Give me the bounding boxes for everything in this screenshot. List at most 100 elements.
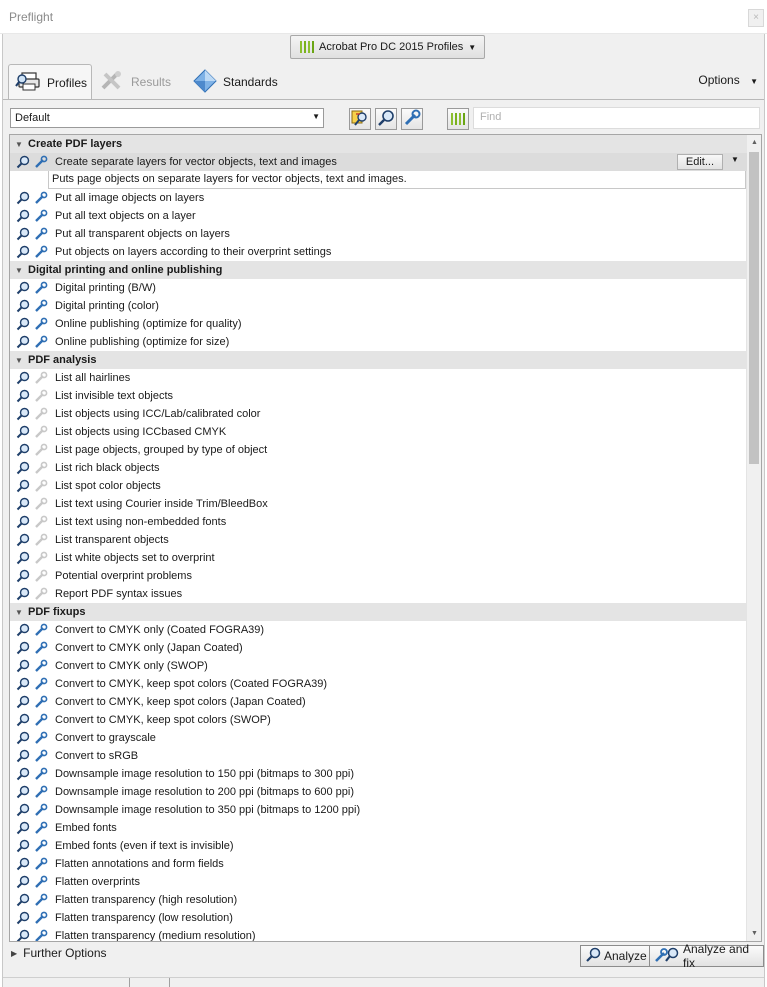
profile-row[interactable]: List all hairlines [10, 369, 747, 387]
wrench-icon [32, 640, 50, 656]
profile-row[interactable]: Flatten transparency (medium resolution) [10, 927, 747, 942]
toolbar: Default ▼ Find [3, 104, 764, 134]
wrench-icon [32, 460, 50, 476]
scroll-down-icon[interactable]: ▼ [747, 926, 761, 941]
profile-row[interactable]: Online publishing (optimize for size) [10, 333, 747, 351]
section-title: Create PDF layers [28, 138, 123, 150]
vertical-scrollbar[interactable]: ▲ ▼ [746, 135, 761, 941]
profile-row[interactable]: Online publishing (optimize for quality) [10, 315, 747, 333]
profile-row[interactable]: List invisible text objects [10, 387, 747, 405]
find-input[interactable]: Find [473, 107, 760, 129]
section-header[interactable]: ▼ Create PDF layers [10, 135, 747, 153]
profile-row[interactable]: Flatten transparency (high resolution) [10, 891, 747, 909]
profile-row[interactable]: Flatten transparency (low resolution) [10, 909, 747, 927]
profile-row[interactable]: Convert to grayscale [10, 729, 747, 747]
chevron-down-icon: ▼ [312, 112, 320, 121]
analyze-and-fix-label: Analyze and fix [683, 942, 750, 970]
profile-row[interactable]: Convert to CMYK, keep spot colors (Coate… [10, 675, 747, 693]
profile-row[interactable]: List spot color objects [10, 477, 747, 495]
profile-row[interactable]: Create separate layers for vector object… [10, 153, 747, 171]
profile-label: List all hairlines [55, 372, 131, 384]
library-button[interactable] [447, 108, 469, 130]
profile-label: Put all transparent objects on layers [55, 228, 230, 240]
profile-row[interactable]: List transparent objects [10, 531, 747, 549]
profile-row[interactable]: Potential overprint problems [10, 567, 747, 585]
profile-row[interactable]: List white objects set to overprint [10, 549, 747, 567]
collapse-triangle-icon[interactable]: ▼ [10, 608, 26, 617]
wrench-icon [32, 514, 50, 530]
profile-row[interactable]: List objects using ICCbased CMYK [10, 423, 747, 441]
profile-label: List objects using ICCbased CMYK [55, 426, 227, 438]
profile-library-button[interactable]: Acrobat Pro DC 2015 Profiles ▼ [290, 35, 485, 59]
edit-profile-button[interactable]: Edit... [676, 154, 723, 170]
select-profiles-icon [351, 109, 369, 130]
profile-row[interactable]: Embed fonts [10, 819, 747, 837]
analyze-button[interactable]: Analyze [580, 945, 652, 967]
profile-row[interactable]: Convert to CMYK, keep spot colors (SWOP) [10, 711, 747, 729]
profile-row[interactable]: List page objects, grouped by type of ob… [10, 441, 747, 459]
close-icon[interactable]: × [748, 9, 764, 27]
profile-row[interactable]: Put all transparent objects on layers [10, 225, 747, 243]
section-header[interactable]: ▼ PDF analysis [10, 351, 747, 369]
profile-row[interactable]: List rich black objects [10, 459, 747, 477]
library-bars-icon [451, 113, 465, 125]
profile-label: Flatten transparency (medium resolution) [55, 930, 256, 942]
magnifier-icon [14, 388, 32, 404]
profile-row[interactable]: Convert to sRGB [10, 747, 747, 765]
profile-row[interactable]: Embed fonts (even if text is invisible) [10, 837, 747, 855]
analyze-and-fix-button[interactable]: Analyze and fix [649, 942, 764, 970]
profile-list: ▲ ▼ ▼ Create PDF layers Create separate la… [9, 134, 762, 942]
further-options-toggle[interactable]: ▶ Further Options [11, 946, 107, 960]
profile-row[interactable]: Convert to CMYK only (Coated FOGRA39) [10, 621, 747, 639]
magnifier-icon [14, 676, 32, 692]
profile-row[interactable]: Put objects on layers according to their… [10, 243, 747, 261]
profile-row[interactable]: Flatten overprints [10, 873, 747, 891]
profile-label: Report PDF syntax issues [55, 588, 183, 600]
magnifier-wrench-icon [654, 947, 680, 966]
profile-row[interactable]: Digital printing (B/W) [10, 279, 747, 297]
collapse-triangle-icon[interactable]: ▼ [10, 266, 26, 275]
profile-row[interactable]: Downsample image resolution to 350 ppi (… [10, 801, 747, 819]
magnifier-button[interactable] [375, 108, 397, 130]
profile-label: Downsample image resolution to 200 ppi (… [55, 786, 354, 798]
section-header[interactable]: ▼ Digital printing and online publishing [10, 261, 747, 279]
profile-menu-icon[interactable]: ▼ [726, 155, 744, 164]
section-header[interactable]: ▼ PDF fixups [10, 603, 747, 621]
wrench-icon [32, 496, 50, 512]
profile-row[interactable]: Downsample image resolution to 200 ppi (… [10, 783, 747, 801]
profile-filter-select[interactable]: Default ▼ [10, 108, 324, 128]
tab-results[interactable]: Results [99, 64, 171, 100]
profile-row[interactable]: Convert to CMYK only (Japan Coated) [10, 639, 747, 657]
wrench-button[interactable] [401, 108, 423, 130]
status-separator [129, 978, 130, 987]
profile-row[interactable]: List text using Courier inside Trim/Blee… [10, 495, 747, 513]
profile-row[interactable]: Report PDF syntax issues [10, 585, 747, 603]
scroll-up-icon[interactable]: ▲ [747, 135, 761, 150]
profile-row[interactable]: Downsample image resolution to 150 ppi (… [10, 765, 747, 783]
profile-row[interactable]: Put all text objects on a layer [10, 207, 747, 225]
options-menu[interactable]: Options ▼ [698, 73, 758, 87]
profile-label: Convert to sRGB [55, 750, 139, 762]
collapse-triangle-icon[interactable]: ▼ [10, 140, 26, 149]
profile-row[interactable]: List text using non-embedded fonts [10, 513, 747, 531]
magnifier-icon [14, 424, 32, 440]
profile-label: Create separate layers for vector object… [55, 156, 337, 168]
magnifier-icon [14, 928, 32, 941]
select-profiles-button[interactable] [349, 108, 371, 130]
profile-label: Downsample image resolution to 350 ppi (… [55, 804, 361, 816]
wrench-icon [32, 424, 50, 440]
magnifier-icon [14, 154, 32, 170]
profile-row[interactable]: Flatten annotations and form fields [10, 855, 747, 873]
profile-row[interactable]: Digital printing (color) [10, 297, 747, 315]
magnifier-icon [14, 694, 32, 710]
scrollbar-thumb[interactable] [749, 152, 759, 464]
collapse-triangle-icon[interactable]: ▼ [10, 356, 26, 365]
profile-label: Put all image objects on layers [55, 192, 205, 204]
tab-profiles[interactable]: Profiles [8, 64, 92, 100]
profile-row[interactable]: Convert to CMYK, keep spot colors (Japan… [10, 693, 747, 711]
profile-row[interactable]: Put all image objects on layers [10, 189, 747, 207]
profile-row[interactable]: Convert to CMYK only (SWOP) [10, 657, 747, 675]
magnifier-icon [14, 730, 32, 746]
profile-row[interactable]: List objects using ICC/Lab/calibrated co… [10, 405, 747, 423]
tab-standards[interactable]: Standards [193, 64, 278, 100]
